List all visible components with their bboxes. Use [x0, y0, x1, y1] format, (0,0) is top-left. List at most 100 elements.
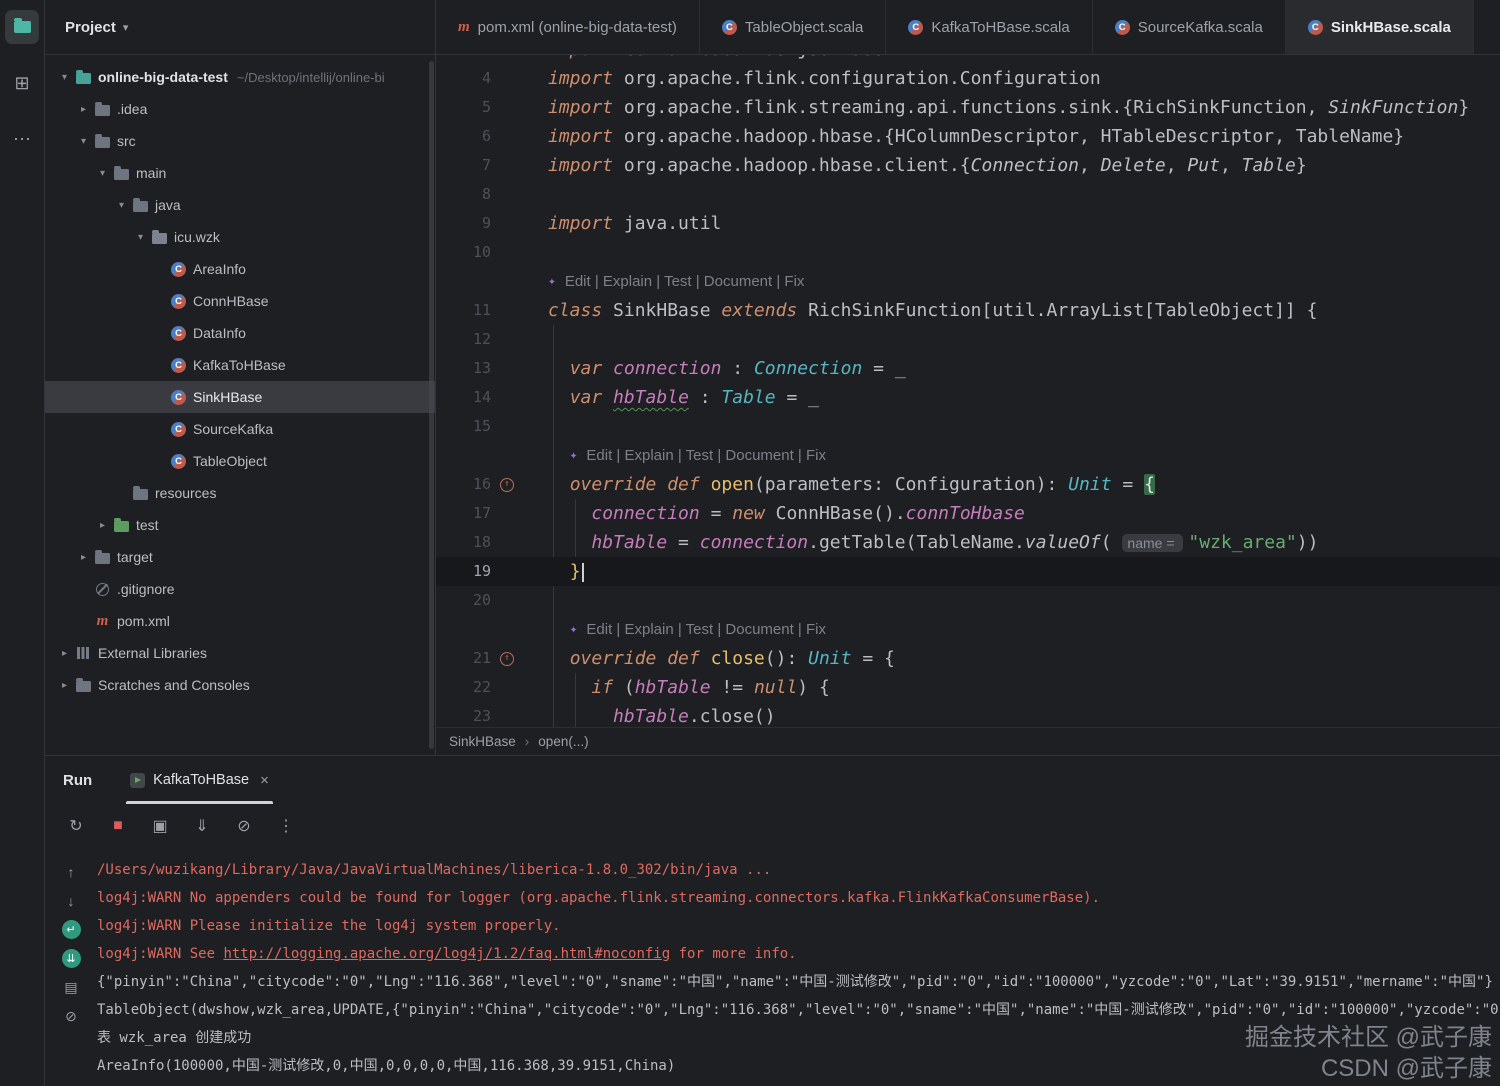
chevron-down-icon[interactable]: ▾ — [112, 200, 131, 211]
breadcrumb-item-sinkhbase[interactable]: SinkHBase — [449, 734, 516, 749]
chevron-right-icon[interactable]: ▸ — [55, 648, 74, 659]
chevron-down-icon[interactable]: ▾ — [74, 136, 93, 147]
more-tools-button[interactable]: ⋯ — [5, 122, 39, 156]
folder-root-icon — [76, 69, 91, 84]
tree-item-datainfo[interactable]: C DataInfo — [45, 317, 435, 349]
tree-item-label: src — [117, 133, 136, 149]
ai-hint-actions[interactable]: Edit | Explain | Test | Document | Fix — [586, 441, 826, 470]
chevron-right-icon[interactable]: ▸ — [93, 520, 112, 531]
scala-class-icon: C — [171, 261, 186, 277]
chevron-right-icon[interactable]: ▸ — [74, 552, 93, 563]
console-line-2: log4j:WARN No appenders could be found f… — [97, 884, 1500, 912]
project-panel-header[interactable]: Project ▾ — [45, 0, 435, 54]
tree-item-path: ~/Desktop/intellij/online-bi — [236, 69, 385, 85]
next-occurrence-icon[interactable]: ↓ — [62, 891, 81, 910]
folder-icon — [114, 165, 129, 180]
resources-folder-icon — [133, 485, 148, 500]
tree-item-main[interactable]: ▾ main — [45, 157, 435, 189]
scroll-to-end-icon[interactable]: ⇊ — [61, 949, 81, 968]
rerun-icon[interactable]: ↻ — [65, 816, 87, 836]
scala-class-icon: C — [908, 19, 924, 35]
code-line-9: 9 import java.util — [436, 209, 1500, 238]
tree-item-idea[interactable]: ▸ .idea — [45, 93, 435, 125]
code-line-4: 4 import org.apache.flink.configuration.C… — [436, 64, 1500, 93]
tree-item-java[interactable]: ▾ java — [45, 189, 435, 221]
line-number: 8 — [481, 185, 491, 203]
prev-occurrence-icon[interactable]: ↑ — [62, 862, 81, 881]
console-line-5: {"pinyin":"China","citycode":"0","Lng":"… — [97, 968, 1500, 996]
test-folder-icon — [114, 517, 129, 532]
tree-item-scratches-and-consoles[interactable]: ▸ Scratches and Consoles — [45, 669, 435, 701]
project-tool-button[interactable] — [5, 10, 39, 44]
tree-item-gitignore[interactable]: .gitignore — [45, 573, 435, 605]
tree-item-test[interactable]: ▸ test — [45, 509, 435, 541]
line-number: 14 — [472, 388, 491, 406]
tree-item-src[interactable]: ▾ src — [45, 125, 435, 157]
line-number: 15 — [472, 417, 491, 435]
structure-tool-button[interactable]: ⊞ — [5, 66, 39, 100]
screenshot-icon[interactable]: ▣ — [149, 816, 171, 836]
mute-breakpoints-icon[interactable]: ⊘ — [233, 816, 255, 836]
run-panel-title: Run — [63, 771, 93, 789]
tab-kafkatohbase-scala[interactable]: C KafkaToHBase.scala — [886, 0, 1093, 54]
tab-sourcekafka-scala[interactable]: C SourceKafka.scala — [1093, 0, 1286, 54]
clear-all-icon[interactable]: ⊘ — [62, 1007, 81, 1026]
stop-icon[interactable]: ■ — [107, 817, 129, 835]
tree-item-areainfo[interactable]: C AreaInfo — [45, 253, 435, 285]
run-toolbar: ↻ ■ ▣ ⇓ ⊘ ⋮ — [45, 804, 1500, 848]
close-icon[interactable]: × — [260, 772, 269, 789]
print-icon[interactable]: ▤ — [62, 978, 81, 997]
console-line-4: log4j:WARN See http://logging.apache.org… — [97, 940, 1500, 968]
line-number: 7 — [481, 156, 491, 174]
tree-item-sourcekafka[interactable]: C SourceKafka — [45, 413, 435, 445]
chevron-down-icon[interactable]: ▾ — [55, 72, 74, 83]
line-number: 23 — [472, 707, 491, 725]
tree-item-target[interactable]: ▸ target — [45, 541, 435, 573]
ai-hint-row[interactable]: ✦ Edit | Explain | Test | Document | Fix — [436, 615, 1500, 644]
chevron-right-icon[interactable]: ▸ — [55, 680, 74, 691]
line-number: 9 — [481, 214, 491, 232]
scrollbar[interactable] — [429, 61, 434, 749]
tree-item-pom-xml[interactable]: m pom.xml — [45, 605, 435, 637]
console-link[interactable]: http://logging.apache.org/log4j/1.2/faq.… — [223, 946, 670, 962]
tree-item-label: java — [155, 197, 181, 213]
ai-hint-row[interactable]: ✦ Edit | Explain | Test | Document | Fix — [436, 441, 1500, 470]
ai-hint-actions[interactable]: Edit | Explain | Test | Document | Fix — [586, 615, 826, 644]
tree-item-tableobject[interactable]: C TableObject — [45, 445, 435, 477]
thread-dump-icon[interactable]: ⇓ — [191, 816, 213, 836]
tree-item-online-big-data-test[interactable]: ▾ online-big-data-test ~/Desktop/intellij/… — [45, 61, 435, 93]
ai-sparkle-icon: ✦ — [548, 274, 556, 289]
chevron-right-icon[interactable]: ▸ — [74, 104, 93, 115]
tree-item-sinkhbase[interactable]: C SinkHBase — [45, 381, 435, 413]
chevron-down-icon[interactable]: ▾ — [131, 232, 150, 243]
tab-pom-xml-online-big-data-test[interactable]: m pom.xml (online-big-data-test) — [436, 0, 700, 54]
code-line-15: 15 — [436, 412, 1500, 441]
ai-hint-actions[interactable]: Edit | Explain | Test | Document | Fix — [565, 267, 805, 296]
run-config-icon — [130, 772, 146, 788]
console-line-8: AreaInfo(100000,中国-测试修改,0,中国,0,0,0,0,中国,… — [97, 1052, 1500, 1080]
tree-item-label: test — [136, 517, 159, 533]
override-marker-icon[interactable]: ↑ — [500, 477, 514, 492]
tab-tableobject-scala[interactable]: C TableObject.scala — [700, 0, 887, 54]
editor[interactable]: 3import com.alibaba.fastjson.JSON4import… — [436, 55, 1500, 727]
ai-sparkle-icon: ✦ — [569, 448, 578, 463]
tree-item-kafkatohbase[interactable]: C KafkaToHBase — [45, 349, 435, 381]
console-output[interactable]: /Users/wuzikang/Library/Java/JavaVirtual… — [97, 848, 1500, 1086]
breadcrumb-item-open[interactable]: open(...) — [538, 734, 588, 749]
soft-wrap-icon[interactable]: ↵ — [61, 920, 81, 939]
scala-class-icon: C — [171, 421, 186, 437]
override-marker-icon[interactable]: ↑ — [500, 651, 514, 666]
ai-hint-row[interactable]: ✦ Edit | Explain | Test | Document | Fix — [436, 267, 1500, 296]
console-text: log4j:WARN Please initialize the log4j s… — [97, 918, 561, 934]
tree-item-resources[interactable]: resources — [45, 477, 435, 509]
tree-item-icu-wzk[interactable]: ▾ icu.wzk — [45, 221, 435, 253]
line-number: 18 — [472, 533, 491, 551]
scala-class-icon: C — [1307, 19, 1323, 35]
ignored-icon — [96, 582, 109, 596]
chevron-down-icon[interactable]: ▾ — [93, 168, 112, 179]
tab-sinkhbase-scala[interactable]: C SinkHBase.scala — [1285, 0, 1474, 54]
run-tab-kafkatohbase[interactable]: KafkaToHBase × — [118, 756, 281, 804]
tree-item-connhbase[interactable]: C ConnHBase — [45, 285, 435, 317]
tree-item-external-libraries[interactable]: ▸ External Libraries — [45, 637, 435, 669]
more-options-icon[interactable]: ⋮ — [275, 816, 297, 836]
